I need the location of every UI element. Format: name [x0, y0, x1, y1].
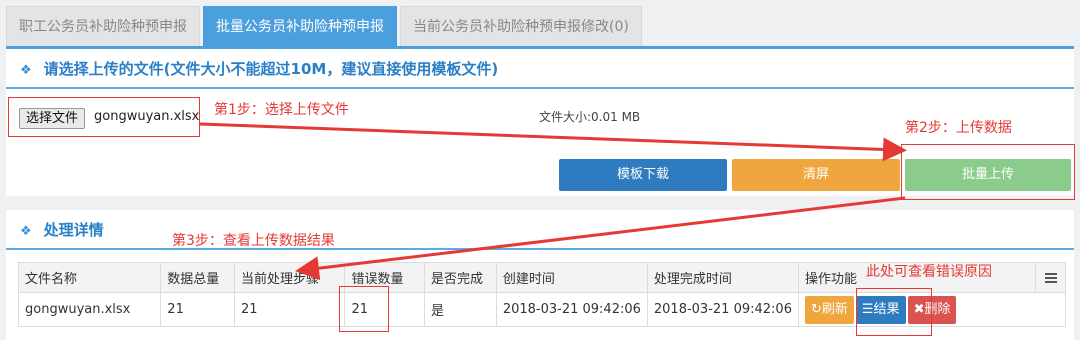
result-button-highlight [856, 288, 932, 336]
diamond-icon: ❖ [20, 63, 32, 78]
cell-done: 是 [424, 292, 497, 327]
cell-step: 21 [234, 292, 346, 327]
file-chooser: 选择文件 gongwuyan.xlsx [8, 97, 200, 137]
cell-created: 2018-03-21 09:42:06 [495, 292, 648, 327]
detail-panel-title: 处理详情 [43, 221, 104, 239]
refresh-label: 刷新 [821, 301, 848, 317]
column-header[interactable]: 数据总量 [160, 262, 236, 293]
cell-file-name: gongwuyan.xlsx [17, 292, 162, 327]
column-header[interactable]: 创建时间 [495, 262, 648, 293]
error-count-highlight [339, 286, 389, 332]
tab-batch-pre-declare[interactable]: 批量公务员补助险种预申报 [203, 6, 397, 46]
column-header[interactable]: 文件名称 [17, 262, 162, 293]
upload-highlight-frame [901, 144, 1075, 200]
upload-panel-header: ❖ 请选择上传的文件(文件大小不能超过10M，建议直接使用模板文件) [6, 49, 1074, 89]
column-header[interactable]: 处理完成时间 [646, 262, 799, 293]
refresh-icon: ↻ [810, 301, 822, 317]
diamond-icon: ❖ [20, 224, 32, 239]
step3-annotation: 第3步：查看上传数据结果 [172, 233, 335, 249]
column-menu-button[interactable] [1035, 262, 1066, 293]
clear-screen-button[interactable]: 清屏 [732, 159, 900, 191]
choose-file-button[interactable]: 选择文件 [19, 108, 86, 129]
step1-annotation: 第1步：选择上传文件 [214, 102, 349, 118]
error-hint-annotation: 此处可查看错误原因 [866, 264, 992, 280]
step2-annotation: 第2步：上传数据 [905, 120, 1012, 136]
column-header[interactable]: 是否完成 [424, 262, 497, 293]
menu-icon [1044, 272, 1057, 283]
selected-file-name: gongwuyan.xlsx [94, 109, 200, 124]
cell-finished: 2018-03-21 09:42:06 [646, 292, 799, 327]
tab-bar: 职工公务员补助险种预申报 批量公务员补助险种预申报 当前公务员补助险种预申报修改… [6, 6, 642, 46]
detail-panel-header: ❖ 处理详情 [6, 210, 1074, 250]
refresh-button[interactable]: ↻刷新 [804, 295, 854, 324]
tab-current-modify[interactable]: 当前公务员补助险种预申报修改(0) [400, 6, 642, 46]
file-size-label: 文件大小:0.01 MB [539, 110, 641, 124]
cell-total: 21 [160, 292, 236, 327]
upload-panel-title: 请选择上传的文件(文件大小不能超过10M，建议直接使用模板文件) [43, 60, 499, 78]
template-download-button[interactable]: 模板下载 [559, 159, 727, 191]
tab-staff-pre-declare[interactable]: 职工公务员补助险种预申报 [6, 6, 200, 46]
column-header[interactable]: 当前处理步骤 [234, 262, 346, 293]
